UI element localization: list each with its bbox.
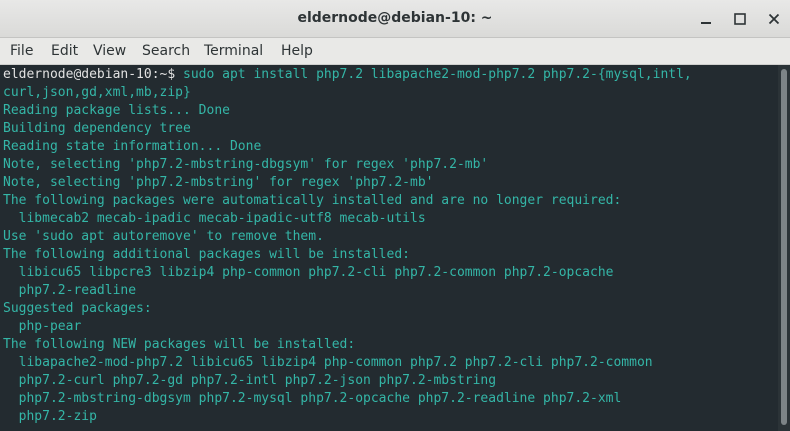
terminal-line: php7.2-mbstring-dbgsym php7.2-mysql php7… xyxy=(3,391,622,406)
minimize-icon xyxy=(701,22,711,24)
terminal-output[interactable]: eldernode@debian-10:~$ sudo apt install … xyxy=(0,65,778,431)
terminal-line: Note, selecting 'php7.2-mbstring' for re… xyxy=(3,175,434,190)
terminal-line: The following additional packages will b… xyxy=(3,247,410,262)
menu-search[interactable]: Search xyxy=(142,38,190,64)
terminal-line: Reading package lists... Done xyxy=(3,103,230,118)
terminal-line: libapache2-mod-php7.2 libicu65 libzip4 p… xyxy=(3,355,653,370)
menu-view[interactable]: View xyxy=(93,38,126,64)
menu-terminal[interactable]: Terminal xyxy=(204,38,263,64)
shell-prompt: eldernode@debian-10:~$ xyxy=(3,67,184,82)
menu-file[interactable]: File xyxy=(10,38,33,64)
terminal-line: The following NEW packages will be insta… xyxy=(3,337,356,352)
terminal-line: php7.2-curl php7.2-gd php7.2-intl php7.2… xyxy=(3,373,497,388)
terminal-line: php7.2-zip xyxy=(3,409,97,424)
terminal-line: libicu65 libpcre3 libzip4 php-common php… xyxy=(3,265,614,280)
command-line: eldernode@debian-10:~$ sudo apt install … xyxy=(3,66,692,84)
terminal-line: Reading state information... Done xyxy=(3,139,262,154)
minimize-button[interactable] xyxy=(696,9,716,29)
close-icon xyxy=(768,13,780,25)
terminal-line: The following packages were automaticall… xyxy=(3,193,622,208)
menu-bar: File Edit View Search Terminal Help xyxy=(0,38,790,65)
terminal-line: Suggested packages: xyxy=(3,301,152,316)
terminal-window: eldernode@debian-10: ~ File Edit View Se… xyxy=(0,0,790,431)
close-button[interactable] xyxy=(764,9,784,29)
window-title: eldernode@debian-10: ~ xyxy=(297,10,493,26)
maximize-button[interactable] xyxy=(730,9,750,29)
terminal-line: Use 'sudo apt autoremove' to remove them… xyxy=(3,229,324,244)
terminal-line: Note, selecting 'php7.2-mbstring-dbgsym'… xyxy=(3,157,489,172)
terminal-line: curl,json,gd,xml,mb,zip} xyxy=(3,85,191,100)
terminal-line: php7.2-readline xyxy=(3,283,137,298)
terminal-line: libmecab2 mecab-ipadic mecab-ipadic-utf8… xyxy=(3,211,426,226)
terminal-line: Building dependency tree xyxy=(3,121,191,136)
title-bar[interactable]: eldernode@debian-10: ~ xyxy=(0,0,790,38)
terminal-line: php-pear xyxy=(3,319,82,334)
scrollbar-thumb[interactable] xyxy=(781,69,787,425)
menu-edit[interactable]: Edit xyxy=(51,38,78,64)
menu-help[interactable]: Help xyxy=(281,38,313,64)
maximize-icon xyxy=(734,13,746,25)
command-text: sudo apt install php7.2 libapache2-mod-p… xyxy=(183,67,692,82)
terminal-scrollbar[interactable] xyxy=(778,65,790,431)
